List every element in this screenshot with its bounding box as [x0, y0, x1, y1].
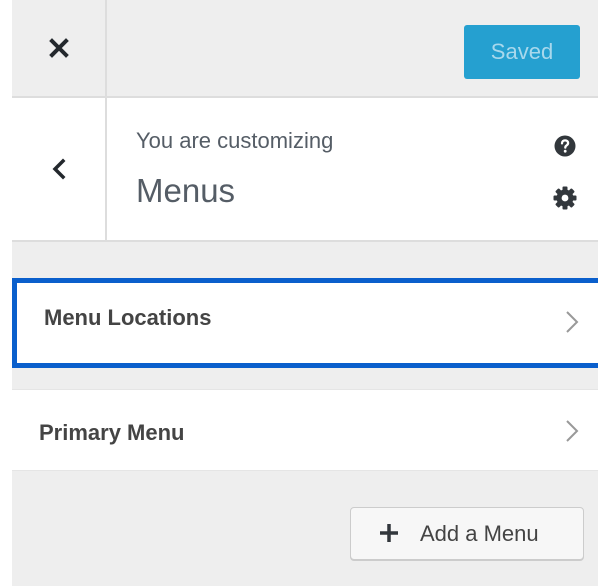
back-button[interactable] [12, 98, 107, 240]
section-label: Primary Menu [39, 420, 185, 445]
section-menu-locations[interactable]: Menu Locations [12, 278, 598, 368]
section-primary-menu[interactable]: Primary Menu [12, 389, 598, 471]
close-icon [48, 38, 69, 58]
help-icon[interactable] [554, 135, 576, 157]
saved-button[interactable]: Saved [464, 25, 580, 79]
customizer-header: Saved [12, 0, 598, 98]
chevron-right-icon [566, 311, 579, 333]
panel-info: You are customizing Menus [12, 98, 598, 242]
customizer-panel: Saved You are customizing Menus Menu Loc… [12, 0, 598, 586]
close-button[interactable] [12, 0, 107, 96]
add-menu-button[interactable]: Add a Menu [350, 507, 584, 560]
add-menu-label: Add a Menu [420, 521, 539, 546]
chevron-right-icon [566, 420, 579, 442]
gear-icon[interactable] [553, 186, 577, 210]
panel-title: Menus [136, 172, 236, 209]
customizing-label: You are customizing [136, 128, 334, 153]
chevron-left-icon [52, 158, 65, 180]
section-label: Menu Locations [44, 305, 212, 330]
plus-icon [380, 524, 398, 542]
